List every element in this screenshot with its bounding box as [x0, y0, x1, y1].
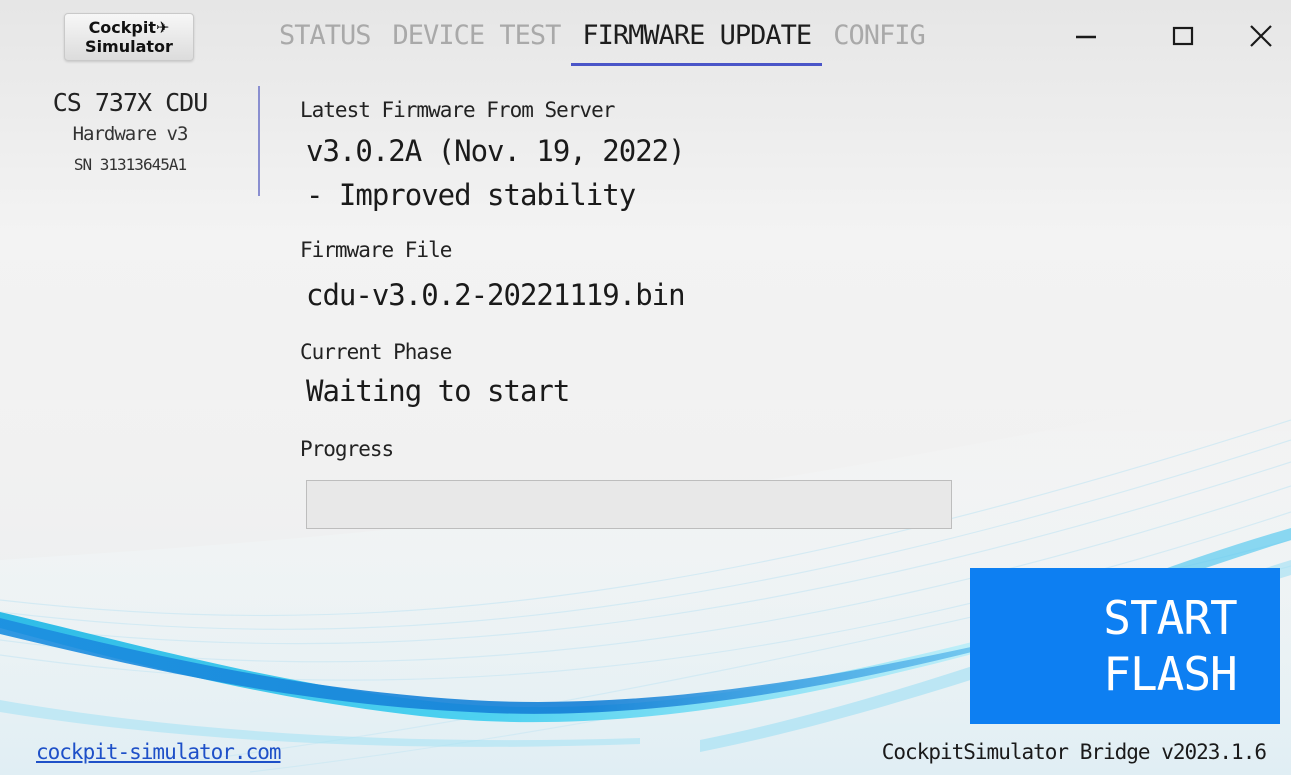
firmware-file-label: Firmware File: [300, 238, 452, 262]
device-info: CS 737X CDU Hardware v3 SN 31313645A1: [20, 88, 240, 174]
latest-firmware-label: Latest Firmware From Server: [300, 98, 615, 122]
device-hardware-version: Hardware v3: [72, 123, 189, 145]
device-serial-number: SN 31313645A1: [73, 155, 187, 174]
tab-config[interactable]: CONFIG: [822, 14, 936, 58]
start-flash-button[interactable]: START FLASH: [970, 568, 1280, 724]
tab-status[interactable]: STATUS: [268, 14, 382, 58]
app-version: CockpitSimulator Bridge v2023.1.6: [881, 740, 1267, 764]
latest-firmware-notes: - Improved stability: [306, 178, 636, 212]
latest-firmware-version: v3.0.2A (Nov. 19, 2022): [306, 134, 686, 168]
logo-line1: Cockpit✈: [88, 18, 170, 37]
start-flash-line2: FLASH: [1103, 647, 1237, 701]
current-phase-value: Waiting to start: [306, 374, 570, 408]
progress-label: Progress: [300, 437, 394, 461]
close-button[interactable]: [1241, 18, 1281, 54]
maximize-button[interactable]: [1163, 18, 1203, 54]
progress-bar: [306, 480, 952, 529]
device-model: CS 737X CDU: [52, 88, 209, 117]
main-tabs: STATUS DEVICE TEST FIRMWARE UPDATE CONFI…: [268, 14, 936, 66]
tab-firmware-update[interactable]: FIRMWARE UPDATE: [571, 14, 823, 66]
start-flash-line1: START: [1103, 591, 1237, 645]
app-window: Cockpit✈ Simulator STATUS DEVICE TEST FI…: [0, 0, 1291, 775]
minimize-button[interactable]: [1066, 18, 1106, 54]
website-link[interactable]: cockpit-simulator.com: [36, 740, 282, 764]
cockpit-simulator-logo: Cockpit✈ Simulator: [64, 13, 194, 61]
maximize-icon: [1172, 26, 1194, 46]
logo-line2: Simulator: [85, 37, 173, 56]
minimize-icon: [1076, 35, 1096, 39]
tab-device-test[interactable]: DEVICE TEST: [382, 14, 572, 58]
close-icon: [1250, 25, 1272, 47]
vertical-divider: [258, 86, 260, 196]
current-phase-label: Current Phase: [300, 340, 452, 364]
firmware-file-value: cdu-v3.0.2-20221119.bin: [306, 278, 686, 312]
